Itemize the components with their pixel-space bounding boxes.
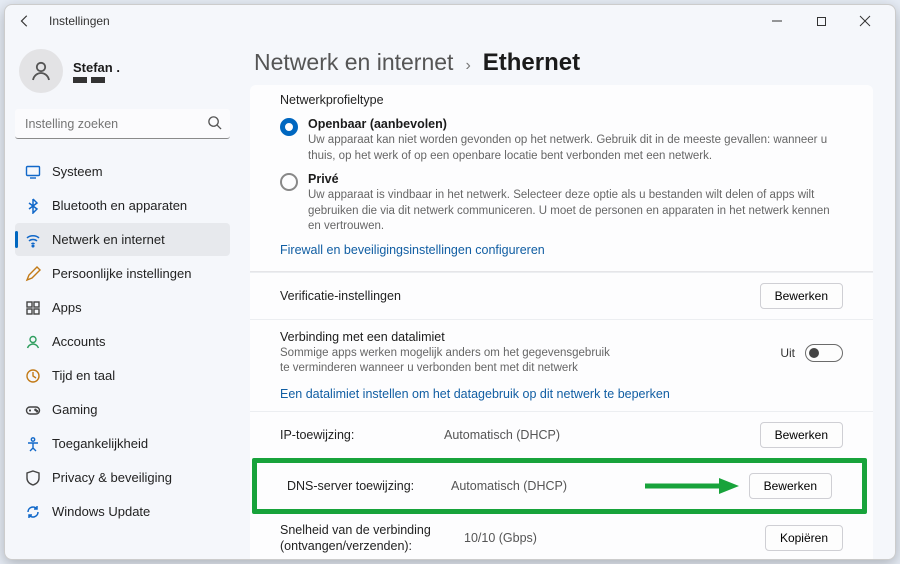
- privacy-icon: [25, 470, 41, 486]
- sidebar-item-label: Persoonlijke instellingen: [52, 266, 191, 281]
- radio-public-title: Openbaar (aanbevolen): [308, 117, 843, 131]
- back-button[interactable]: [13, 9, 37, 33]
- search-box[interactable]: [15, 109, 230, 139]
- dns-label: DNS-server toewijzing:: [287, 479, 437, 493]
- sidebar-item-access[interactable]: Toegankelijkheid: [15, 427, 230, 460]
- sidebar-item-label: Accounts: [52, 334, 105, 349]
- person-icon: [29, 59, 53, 83]
- minimize-icon: [771, 15, 783, 27]
- verification-label: Verificatie-instellingen: [280, 289, 401, 303]
- radio-icon: [280, 118, 298, 136]
- profile-type-heading: Netwerkprofieltype: [280, 93, 843, 107]
- sidebar-item-label: Tijd en taal: [52, 368, 115, 383]
- personalize-icon: [25, 266, 41, 282]
- sidebar-item-label: Systeem: [52, 164, 103, 179]
- sidebar-item-update[interactable]: Windows Update: [15, 495, 230, 528]
- close-button[interactable]: [843, 7, 887, 35]
- sidebar-item-privacy[interactable]: Privacy & beveiliging: [15, 461, 230, 494]
- sidebar-item-apps[interactable]: Apps: [15, 291, 230, 324]
- sidebar-item-time[interactable]: Tijd en taal: [15, 359, 230, 392]
- datalimit-link[interactable]: Een datalimiet instellen om het datagebr…: [280, 387, 843, 401]
- ip-row: IP-toewijzing: Automatisch (DHCP) Bewerk…: [250, 411, 873, 458]
- sidebar-item-personalize[interactable]: Persoonlijke instellingen: [15, 257, 230, 290]
- metered-row: Verbinding met een datalimiet Sommige ap…: [250, 319, 873, 387]
- speed-copy-button[interactable]: Kopiëren: [765, 525, 843, 551]
- sidebar-item-network[interactable]: Netwerk en internet: [15, 223, 230, 256]
- search-input[interactable]: [15, 109, 230, 139]
- profile-name: Stefan .: [73, 60, 120, 75]
- metered-state: Uit: [780, 346, 795, 360]
- ip-label: IP-toewijzing:: [280, 428, 430, 442]
- sidebar-item-label: Netwerk en internet: [52, 232, 165, 247]
- radio-private[interactable]: Privé Uw apparaat is vindbaar in het net…: [280, 172, 843, 235]
- bluetooth-icon: [25, 198, 41, 214]
- sidebar-item-label: Privacy & beveiliging: [52, 470, 172, 485]
- speed-row: Snelheid van de verbinding (ontvangen/ve…: [250, 518, 873, 559]
- metered-desc: Sommige apps werken mogelijk anders om h…: [280, 346, 620, 377]
- sidebar-item-label: Bluetooth en apparaten: [52, 198, 187, 213]
- profile-sub: [73, 77, 120, 83]
- radio-private-title: Privé: [308, 172, 843, 186]
- profile-block[interactable]: Stefan .: [15, 43, 230, 107]
- firewall-link[interactable]: Firewall en beveiligingsinstellingen con…: [280, 243, 843, 257]
- dns-highlight: DNS-server toewijzing: Automatisch (DHCP…: [252, 458, 867, 514]
- radio-icon: [280, 173, 298, 191]
- time-icon: [25, 368, 41, 384]
- sidebar-item-accounts[interactable]: Accounts: [15, 325, 230, 358]
- breadcrumb: Netwerk en internet › Ethernet: [254, 49, 873, 77]
- update-icon: [25, 504, 41, 520]
- apps-icon: [25, 300, 41, 316]
- metered-title: Verbinding met een datalimiet: [280, 330, 620, 344]
- sidebar-item-system[interactable]: Systeem: [15, 155, 230, 188]
- sidebar-item-label: Apps: [52, 300, 82, 315]
- arrow-left-icon: [18, 14, 32, 28]
- accounts-icon: [25, 334, 41, 350]
- gaming-icon: [25, 402, 41, 418]
- search-icon: [207, 115, 222, 133]
- maximize-icon: [816, 16, 827, 27]
- close-icon: [859, 15, 871, 27]
- sidebar-item-gaming[interactable]: Gaming: [15, 393, 230, 426]
- app-title: Instellingen: [49, 14, 110, 28]
- dns-row: DNS-server toewijzing: Automatisch (DHCP…: [257, 463, 862, 509]
- dns-value: Automatisch (DHCP): [451, 479, 629, 493]
- ip-value: Automatisch (DHCP): [444, 428, 746, 442]
- annotation-arrow: [643, 476, 739, 496]
- radio-private-desc: Uw apparaat is vindbaar in het netwerk. …: [308, 188, 843, 235]
- sidebar-item-label: Windows Update: [52, 504, 150, 519]
- sidebar-item-bluetooth[interactable]: Bluetooth en apparaten: [15, 189, 230, 222]
- dns-edit-button[interactable]: Bewerken: [749, 473, 832, 499]
- chevron-right-icon: ›: [465, 57, 470, 75]
- network-icon: [25, 232, 41, 248]
- metered-toggle[interactable]: [805, 344, 843, 362]
- system-icon: [25, 164, 41, 180]
- radio-public[interactable]: Openbaar (aanbevolen) Uw apparaat kan ni…: [280, 117, 843, 164]
- access-icon: [25, 436, 41, 452]
- maximize-button[interactable]: [799, 7, 843, 35]
- speed-value: 10/10 (Gbps): [464, 531, 751, 545]
- verification-edit-button[interactable]: Bewerken: [760, 283, 843, 309]
- page-title: Ethernet: [483, 49, 580, 77]
- sidebar-item-label: Toegankelijkheid: [52, 436, 148, 451]
- minimize-button[interactable]: [755, 7, 799, 35]
- avatar: [19, 49, 63, 93]
- sidebar-item-label: Gaming: [52, 402, 98, 417]
- radio-public-desc: Uw apparaat kan niet worden gevonden op …: [308, 133, 843, 164]
- breadcrumb-parent[interactable]: Netwerk en internet: [254, 49, 453, 76]
- verification-row: Verificatie-instellingen Bewerken: [250, 272, 873, 319]
- speed-label: Snelheid van de verbinding (ontvangen/ve…: [280, 522, 450, 555]
- ip-edit-button[interactable]: Bewerken: [760, 422, 843, 448]
